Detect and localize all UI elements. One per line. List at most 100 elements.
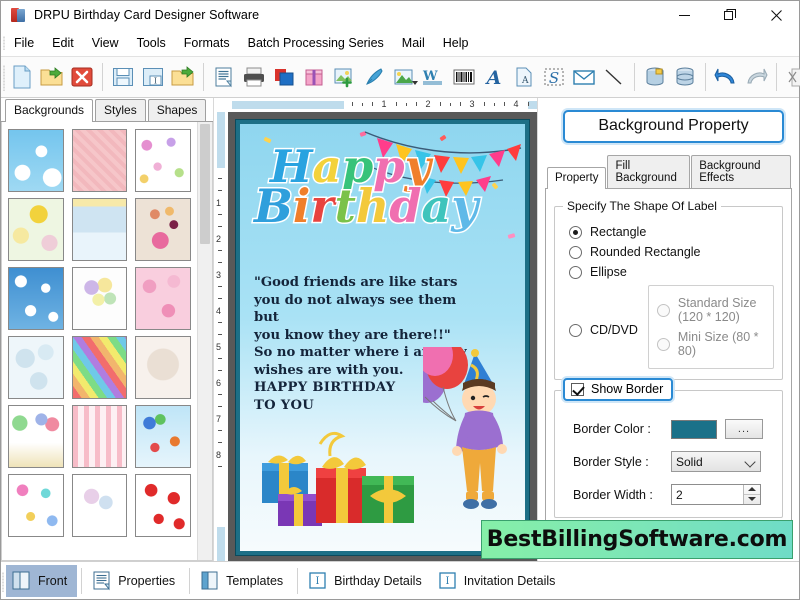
chevron-down-icon[interactable] (412, 81, 418, 85)
thumbnail-red-hearts[interactable] (135, 474, 191, 537)
tab-fill-background[interactable]: Fill Background (607, 155, 690, 188)
text-tool-icon[interactable]: A (479, 60, 509, 94)
menu-file[interactable]: File (5, 32, 43, 54)
thumbnail-balloons-bird[interactable] (135, 198, 191, 261)
card-message-line-1: "Good friends are like stars (254, 274, 479, 292)
bottom-tab-invitation-details[interactable]: I Invitation Details (432, 565, 566, 597)
border-style-select[interactable]: Solid (671, 451, 761, 472)
save-as-icon[interactable]: I (138, 60, 168, 94)
spin-down-icon[interactable] (744, 495, 760, 505)
menu-tools[interactable]: Tools (128, 32, 175, 54)
tab-property[interactable]: Property (547, 167, 606, 189)
thumbnail-outline-hearts[interactable] (8, 474, 64, 537)
pen-tool-icon[interactable] (359, 60, 389, 94)
tab-styles[interactable]: Styles (95, 99, 146, 121)
export-folder-icon[interactable] (168, 60, 198, 94)
bottom-bar-separator (297, 568, 298, 594)
bottom-tab-templates[interactable]: Templates (194, 565, 293, 597)
menu-formats[interactable]: Formats (175, 32, 239, 54)
backgrounds-scrollbar[interactable] (197, 122, 212, 560)
design-canvas[interactable]: Happy Birthday "Good friends are like st… (228, 112, 537, 561)
radio-rounded-rectangle[interactable]: Rounded Rectangle (569, 245, 774, 259)
left-panel: Backgrounds Styles Shapes (1, 98, 213, 561)
undo-icon[interactable] (711, 60, 741, 94)
tab-backgrounds[interactable]: Backgrounds (5, 99, 93, 122)
radio-cd-dvd-label: CD/DVD (590, 323, 638, 337)
radio-rectangle[interactable]: Rectangle (569, 225, 774, 239)
line-tool-icon[interactable] (599, 60, 629, 94)
radio-ellipse[interactable]: Ellipse (569, 265, 774, 279)
thumbnail-sky-clouds[interactable] (8, 129, 64, 192)
save-icon[interactable] (108, 60, 138, 94)
new-document-icon[interactable] (7, 60, 37, 94)
chevron-down-icon[interactable] (744, 456, 755, 467)
border-color-swatch[interactable] (671, 420, 717, 439)
radio-rounded-rectangle-indicator[interactable] (569, 246, 582, 259)
border-color-browse-button[interactable]: ... (725, 419, 763, 439)
bottom-tab-properties[interactable]: Properties (86, 565, 185, 597)
radio-rectangle-indicator[interactable] (569, 226, 582, 239)
picture-tool-icon[interactable] (389, 60, 419, 94)
minimize-icon[interactable] (661, 1, 707, 30)
thumbnail-pink-cake-balloons[interactable] (135, 267, 191, 330)
close-icon[interactable] (753, 1, 799, 30)
maximize-icon[interactable] (707, 1, 753, 30)
thumbnail-floral-butterflies[interactable] (135, 129, 191, 192)
watermark-icon[interactable]: W (419, 60, 449, 94)
thumbnail-blue-stars[interactable] (8, 267, 64, 330)
thumbnail-pink-damask[interactable] (72, 129, 128, 192)
spin-up-icon[interactable] (744, 485, 760, 495)
thumbnail-winter-scene[interactable] (72, 198, 128, 261)
svg-text:I: I (154, 77, 157, 86)
gift-icon[interactable] (299, 60, 329, 94)
application-window: DRPU Birthday Card Designer Software Fil… (0, 0, 800, 600)
menu-view[interactable]: View (83, 32, 128, 54)
bottom-tab-birthday-details[interactable]: I Birthday Details (302, 565, 432, 597)
thumbnail-happy-birthday-gold[interactable] (8, 405, 64, 468)
border-width-stepper[interactable]: 2 (671, 484, 761, 505)
thumbnail-pastel-balloons[interactable] (72, 267, 128, 330)
radio-cd-dvd-indicator[interactable] (569, 324, 582, 337)
thumbnail-grid (2, 122, 197, 560)
menu-edit[interactable]: Edit (43, 32, 83, 54)
border-width-value[interactable]: 2 (676, 488, 683, 502)
close-document-icon[interactable] (67, 60, 97, 94)
thumbnail-sky-balloons[interactable] (135, 405, 191, 468)
menu-mail[interactable]: Mail (393, 32, 434, 54)
envelope-icon[interactable] (569, 60, 599, 94)
text-box-icon[interactable]: A (509, 60, 539, 94)
menu-batch-processing-series[interactable]: Batch Processing Series (239, 32, 393, 54)
border-color-label: Border Color : (573, 422, 671, 436)
barcode-icon[interactable] (449, 60, 479, 94)
border-width-spin-buttons[interactable] (743, 485, 760, 504)
radio-standard-size: Standard Size (120 * 120) (657, 296, 763, 324)
print-preview-icon[interactable] (209, 60, 239, 94)
print-icon[interactable] (239, 60, 269, 94)
scrollbar-thumb[interactable] (200, 124, 210, 244)
database-icon[interactable] (670, 60, 700, 94)
database-add-icon[interactable] (640, 60, 670, 94)
birthday-card[interactable]: Happy Birthday "Good friends are like st… (236, 120, 529, 555)
tab-background-effects[interactable]: Background Effects (691, 155, 791, 188)
show-border-checkbox-indicator[interactable] (571, 383, 584, 396)
thumbnail-pastel-blossom[interactable] (72, 474, 128, 537)
tab-shapes[interactable]: Shapes (148, 99, 207, 121)
thumbnail-yellow-daisies[interactable] (8, 198, 64, 261)
menu-help[interactable]: Help (434, 32, 478, 54)
radio-cd-dvd[interactable]: CD/DVD (569, 323, 638, 337)
background-icon[interactable] (269, 60, 299, 94)
bottom-bar-separator (189, 568, 190, 594)
radio-ellipse-indicator[interactable] (569, 266, 582, 279)
redo-icon[interactable] (741, 60, 771, 94)
thumbnail-rainbow-stripes[interactable] (72, 336, 128, 399)
signature-icon[interactable]: S (539, 60, 569, 94)
open-folder-icon[interactable] (37, 60, 67, 94)
show-border-checkbox[interactable]: Show Border (563, 378, 673, 401)
cut-icon[interactable] (782, 60, 800, 94)
bottom-tab-birthday-details-label: Birthday Details (334, 574, 422, 588)
thumbnail-teddy-bear[interactable] (135, 336, 191, 399)
thumbnail-bubbles[interactable] (8, 336, 64, 399)
bottom-tab-front[interactable]: Front (6, 565, 77, 597)
add-image-icon[interactable] (329, 60, 359, 94)
thumbnail-pink-hearts-stripes[interactable] (72, 405, 128, 468)
